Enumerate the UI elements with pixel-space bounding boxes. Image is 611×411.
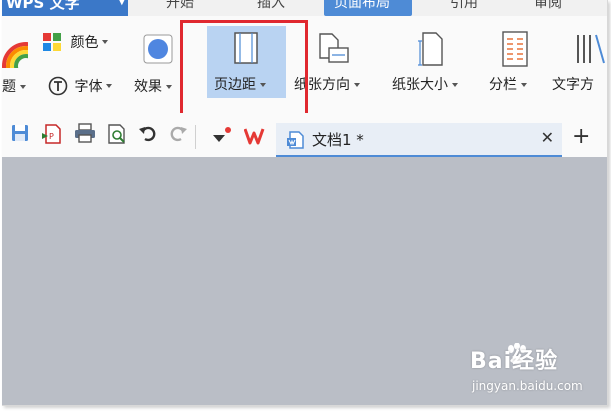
text-direction-button[interactable]: 文字方 — [552, 26, 607, 98]
columns-label: 分栏 — [489, 77, 517, 93]
app-name: WPS 文字 — [6, 0, 80, 12]
document-tab[interactable]: 文档1 * ✕ — [276, 123, 562, 157]
svg-text:P: P — [49, 132, 54, 141]
tab-references[interactable]: 引用 — [450, 0, 478, 16]
orientation-icon — [319, 33, 349, 63]
menu-tab-bar: WPS 文字 ▼ 开始 插入 页面布局 引用 审阅 — [2, 0, 607, 16]
font-t-icon — [48, 76, 68, 96]
theme-rainbow-icon — [2, 42, 28, 68]
print-preview-icon[interactable] — [106, 123, 128, 145]
close-tab-icon[interactable]: ✕ — [541, 128, 554, 147]
wps-logo-icon[interactable] — [244, 127, 270, 145]
save-icon[interactable] — [10, 123, 30, 143]
color-grid-icon — [43, 33, 61, 51]
document-icon — [287, 131, 304, 149]
color-caret-icon — [102, 40, 109, 44]
orientation-caret-icon — [354, 83, 360, 87]
paper-size-button[interactable]: 纸张大小 — [392, 26, 476, 98]
effect-label: 效果 — [134, 79, 162, 95]
customize-toolbar-dropdown-icon[interactable] — [210, 127, 232, 145]
tab-review[interactable]: 审阅 — [534, 0, 562, 16]
effect-circle-icon — [143, 34, 173, 64]
theme-label: 题 — [2, 79, 16, 95]
undo-icon[interactable] — [138, 123, 158, 143]
app-menu-dropdown-icon: ▼ — [118, 0, 126, 7]
tab-page-layout[interactable]: 页面布局 — [324, 0, 412, 16]
highlight-annotation-box — [180, 20, 308, 123]
columns-dropdown: 分栏 — [489, 74, 527, 94]
effect-caret-icon — [166, 85, 172, 89]
paper-size-icon — [418, 32, 443, 66]
redo-icon[interactable] — [168, 123, 188, 143]
new-tab-plus-icon[interactable]: + — [572, 126, 590, 148]
app-window: WPS 文字 ▼ 开始 插入 页面布局 引用 审阅 题 颜色 字体 效果 页边距… — [2, 0, 608, 406]
columns-button[interactable]: 分栏 — [489, 26, 543, 98]
document-tab-title: 文档1 * — [312, 131, 364, 149]
watermark-url: jingyan.baidu.com — [472, 379, 583, 393]
font-caret-icon — [106, 84, 113, 88]
theme-dropdown[interactable]: 题 — [2, 76, 26, 96]
baidu-jingyan-watermark: Bai经验 jingyan.baidu.com — [470, 343, 607, 403]
tab-home[interactable]: 开始 — [166, 0, 194, 16]
tab-insert[interactable]: 插入 — [257, 0, 285, 16]
text-direction-label: 文字方 — [552, 77, 594, 93]
font-label: 字体 — [74, 79, 103, 95]
paper-size-dropdown: 纸张大小 — [392, 74, 458, 94]
theme-caret-icon — [20, 85, 26, 89]
columns-icon — [502, 31, 528, 67]
columns-caret-icon — [521, 83, 527, 87]
font-dropdown[interactable]: 字体 — [48, 76, 113, 96]
app-menu-button[interactable]: WPS 文字 ▼ — [2, 0, 128, 16]
paper-size-caret-icon — [452, 83, 458, 87]
text-direction-dropdown: 文字方 — [552, 74, 594, 94]
print-icon[interactable] — [74, 123, 96, 143]
color-dropdown[interactable]: 颜色 — [42, 32, 109, 52]
color-label: 颜色 — [70, 35, 99, 51]
quick-access-toolbar: P 文档1 * ✕ + — [2, 113, 607, 158]
text-direction-icon — [577, 34, 605, 64]
export-pdf-icon[interactable]: P — [40, 123, 64, 145]
watermark-brand: Bai经验 — [470, 349, 559, 374]
toolbar-separator — [195, 125, 196, 149]
effect-dropdown[interactable]: 效果 — [134, 76, 172, 96]
paper-size-label: 纸张大小 — [392, 77, 448, 93]
